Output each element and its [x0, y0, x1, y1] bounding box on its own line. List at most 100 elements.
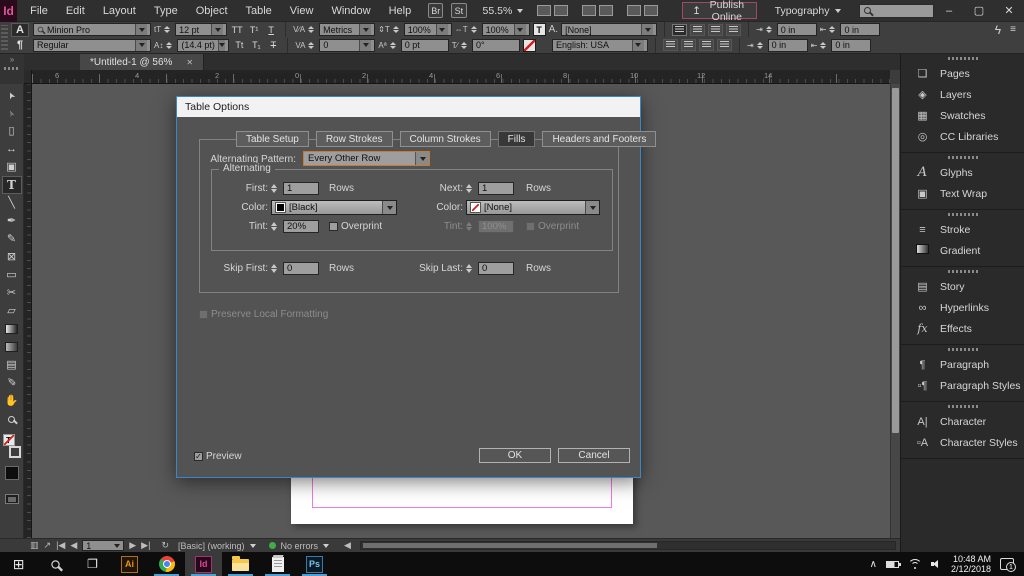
gap-tool[interactable]: ↔	[2, 140, 22, 158]
first-tint-stepper[interactable]	[271, 222, 280, 231]
stock-button[interactable]: St	[451, 3, 467, 18]
baseline-shift-field[interactable]: 0 pt	[400, 38, 449, 52]
panel-group-grip[interactable]	[901, 54, 1024, 63]
previous-page-button[interactable]: ◀	[70, 540, 77, 551]
screen-mode-button[interactable]	[582, 5, 614, 16]
vertical-ruler[interactable]	[24, 84, 32, 538]
align-left-button[interactable]	[672, 23, 688, 36]
baseline-shift-stepper[interactable]	[389, 41, 398, 49]
eyedropper-tool[interactable]: ✐	[2, 374, 22, 392]
menu-view[interactable]: View	[281, 0, 323, 22]
panel-button-hyperlinks[interactable]: ∞ Hyperlinks	[901, 297, 1024, 318]
next-page-button[interactable]: ▶	[129, 540, 136, 551]
bridge-button[interactable]: Br	[428, 3, 444, 18]
next-rows-field[interactable]: 1	[478, 182, 514, 195]
panel-button-paragraph[interactable]: ¶ Paragraph	[901, 354, 1024, 375]
page-tool[interactable]: ▯	[2, 122, 22, 140]
panel-button-cc-libraries[interactable]: ◎ CC Libraries	[901, 126, 1024, 147]
horizontal-scale-field[interactable]: 100%	[481, 23, 530, 37]
battery-icon[interactable]	[885, 560, 901, 568]
taskbar-search-button[interactable]	[37, 552, 74, 576]
dropdown-arrow[interactable]	[641, 24, 654, 36]
export-icon[interactable]: ↗	[44, 540, 52, 551]
publish-online-button[interactable]: ↥ Publish Online	[682, 0, 757, 23]
panel-button-text-wrap[interactable]: ▣ Text Wrap	[901, 183, 1024, 204]
clock[interactable]: 10:48 AM 2/12/2018	[951, 554, 991, 574]
preflight-profile[interactable]: [Basic] (working)	[178, 541, 245, 551]
first-line-indent-stepper[interactable]	[756, 41, 765, 49]
text-fill-swatch[interactable]: T	[532, 23, 546, 37]
rectangle-tool[interactable]: ▭	[2, 266, 22, 284]
language-select[interactable]: English: USA	[551, 38, 648, 52]
dialog-tab-table-setup[interactable]: Table Setup	[236, 131, 309, 147]
tracking-field[interactable]: 0	[319, 38, 376, 52]
skew-field[interactable]: 0°	[471, 38, 520, 52]
ok-button[interactable]: OK	[479, 448, 551, 463]
dropdown-arrow[interactable]	[415, 152, 429, 165]
arrange-documents-button[interactable]	[627, 5, 659, 16]
preflight-status[interactable]: No errors	[281, 541, 319, 551]
gradient-feather-tool[interactable]	[2, 338, 22, 356]
dialog-tab-column-strokes[interactable]: Column Strokes	[399, 131, 491, 147]
character-style-select[interactable]: [None]	[561, 23, 658, 37]
pencil-tool[interactable]: ✎	[2, 230, 22, 248]
skew-stepper[interactable]	[460, 41, 469, 49]
font-style-select[interactable]: Regular	[33, 38, 151, 52]
underline-button[interactable]: T	[264, 23, 278, 36]
right-indent-field[interactable]: 0 in	[840, 23, 881, 37]
last-line-indent-stepper[interactable]	[820, 41, 828, 49]
start-button[interactable]: ⊞	[0, 552, 37, 576]
dropdown-arrow[interactable]	[382, 201, 396, 214]
dialog-tab-row-strokes[interactable]: Row Strokes	[315, 131, 393, 147]
menu-file[interactable]: File	[21, 0, 57, 22]
network-icon[interactable]	[907, 559, 922, 569]
panel-button-gradient[interactable]: Gradient	[901, 240, 1024, 261]
panel-button-swatches[interactable]: ▦ Swatches	[901, 105, 1024, 126]
menu-layout[interactable]: Layout	[94, 0, 145, 22]
control-panel-grip[interactable]	[1, 25, 8, 50]
panel-group-grip[interactable]	[901, 345, 1024, 354]
close-tab-icon[interactable]: ✕	[186, 58, 193, 67]
dropdown-arrow[interactable]	[135, 24, 147, 36]
panel-button-story[interactable]: ▤ Story	[901, 276, 1024, 297]
dropdown-arrow[interactable]	[135, 39, 147, 51]
align-center-button[interactable]	[690, 23, 706, 36]
justify-all-button[interactable]	[716, 39, 732, 52]
first-tint-field[interactable]: 20%	[283, 220, 319, 233]
taskbar-chrome[interactable]	[148, 552, 185, 576]
justify-button[interactable]	[726, 23, 742, 36]
preflight-view-icon[interactable]: ▥	[30, 540, 39, 551]
all-caps-button[interactable]: TT	[230, 23, 244, 36]
justify-left-button[interactable]	[662, 39, 678, 52]
next-color-select[interactable]: [None]	[466, 200, 600, 215]
right-indent-stepper[interactable]	[829, 26, 837, 34]
taskbar-illustrator[interactable]: Ai	[111, 552, 148, 576]
strikethrough-button[interactable]: T	[266, 39, 280, 52]
first-rows-stepper[interactable]	[271, 184, 280, 193]
panel-group-grip[interactable]	[901, 210, 1024, 219]
content-collector-tool[interactable]: ▣	[2, 158, 22, 176]
left-indent-field[interactable]: 0 in	[776, 23, 817, 37]
first-rows-field[interactable]: 1	[283, 182, 319, 195]
note-tool[interactable]: ▤	[2, 356, 22, 374]
menu-object[interactable]: Object	[187, 0, 237, 22]
panel-button-glyphs[interactable]: A Glyphs	[901, 162, 1024, 183]
menu-window[interactable]: Window	[322, 0, 379, 22]
page-number-field[interactable]: 1	[82, 540, 125, 551]
zoom-level-select[interactable]: 55.5%	[483, 5, 524, 17]
rectangle-frame-tool[interactable]: ⊠	[2, 248, 22, 266]
line-tool[interactable]: ╲	[2, 194, 22, 212]
horizontal-scrollbar[interactable]	[359, 541, 896, 550]
panel-group-grip[interactable]	[901, 267, 1024, 276]
skip-last-field[interactable]: 0	[478, 262, 514, 275]
small-caps-button[interactable]: Tt	[232, 39, 246, 52]
preview-checkbox[interactable]	[194, 452, 203, 461]
tracking-stepper[interactable]	[308, 41, 316, 49]
skip-last-stepper[interactable]	[466, 264, 475, 273]
vertical-scale-stepper[interactable]	[392, 26, 401, 34]
vertical-scale-field[interactable]: 100%	[403, 23, 452, 37]
next-rows-stepper[interactable]	[466, 184, 475, 193]
horizontal-ruler[interactable]: 6 4 2 0 2 4 6 8 10 12 14	[32, 70, 890, 84]
ruler-origin-box[interactable]	[24, 70, 32, 84]
panel-button-effects[interactable]: fx Effects	[901, 318, 1024, 339]
